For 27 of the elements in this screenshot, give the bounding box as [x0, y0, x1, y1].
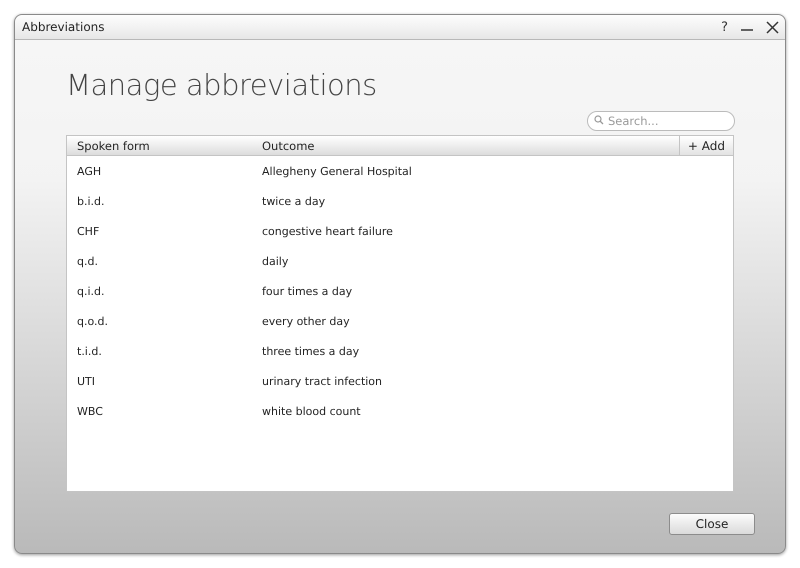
table-cell-text: daily [261, 254, 290, 268]
table-cell-text: four times a day [261, 284, 354, 298]
table-cell-text: every other day [261, 314, 351, 328]
table-cell-text: AGH [76, 164, 102, 178]
table-cell-text: q.d. [76, 254, 99, 268]
column-header: Spoken form [76, 138, 151, 152]
table-cell-text: WBC [76, 404, 104, 418]
table-cell-text: UTI [76, 374, 96, 388]
table-cell-text: urinary tract infection [261, 374, 384, 388]
table-cell-text: t.i.d. [76, 344, 103, 358]
table-cell-text: q.o.d. [76, 314, 109, 328]
search-icon [594, 115, 604, 125]
table-cell-text: Allegheny General Hospital [261, 164, 413, 178]
search-field[interactable]: Search... [587, 111, 735, 131]
table-cell-text: CHF [76, 224, 100, 238]
close-button[interactable]: Close [669, 513, 755, 535]
table-cell-text: q.i.d. [76, 284, 106, 298]
add-button[interactable]: + Add [678, 136, 733, 155]
table-cell-text: congestive heart failure [261, 224, 394, 238]
table-cell-text: b.i.d. [76, 194, 106, 208]
window-title: Abbreviations [22, 20, 106, 34]
column-header: Outcome [261, 138, 316, 152]
table-cell-text: white blood count [261, 404, 362, 418]
table-cell-text: twice a day [261, 194, 326, 208]
table-cell-text: three times a day [261, 344, 360, 358]
help-button[interactable]: ? [721, 18, 728, 36]
page-heading: Manage abbreviations [66, 68, 378, 104]
